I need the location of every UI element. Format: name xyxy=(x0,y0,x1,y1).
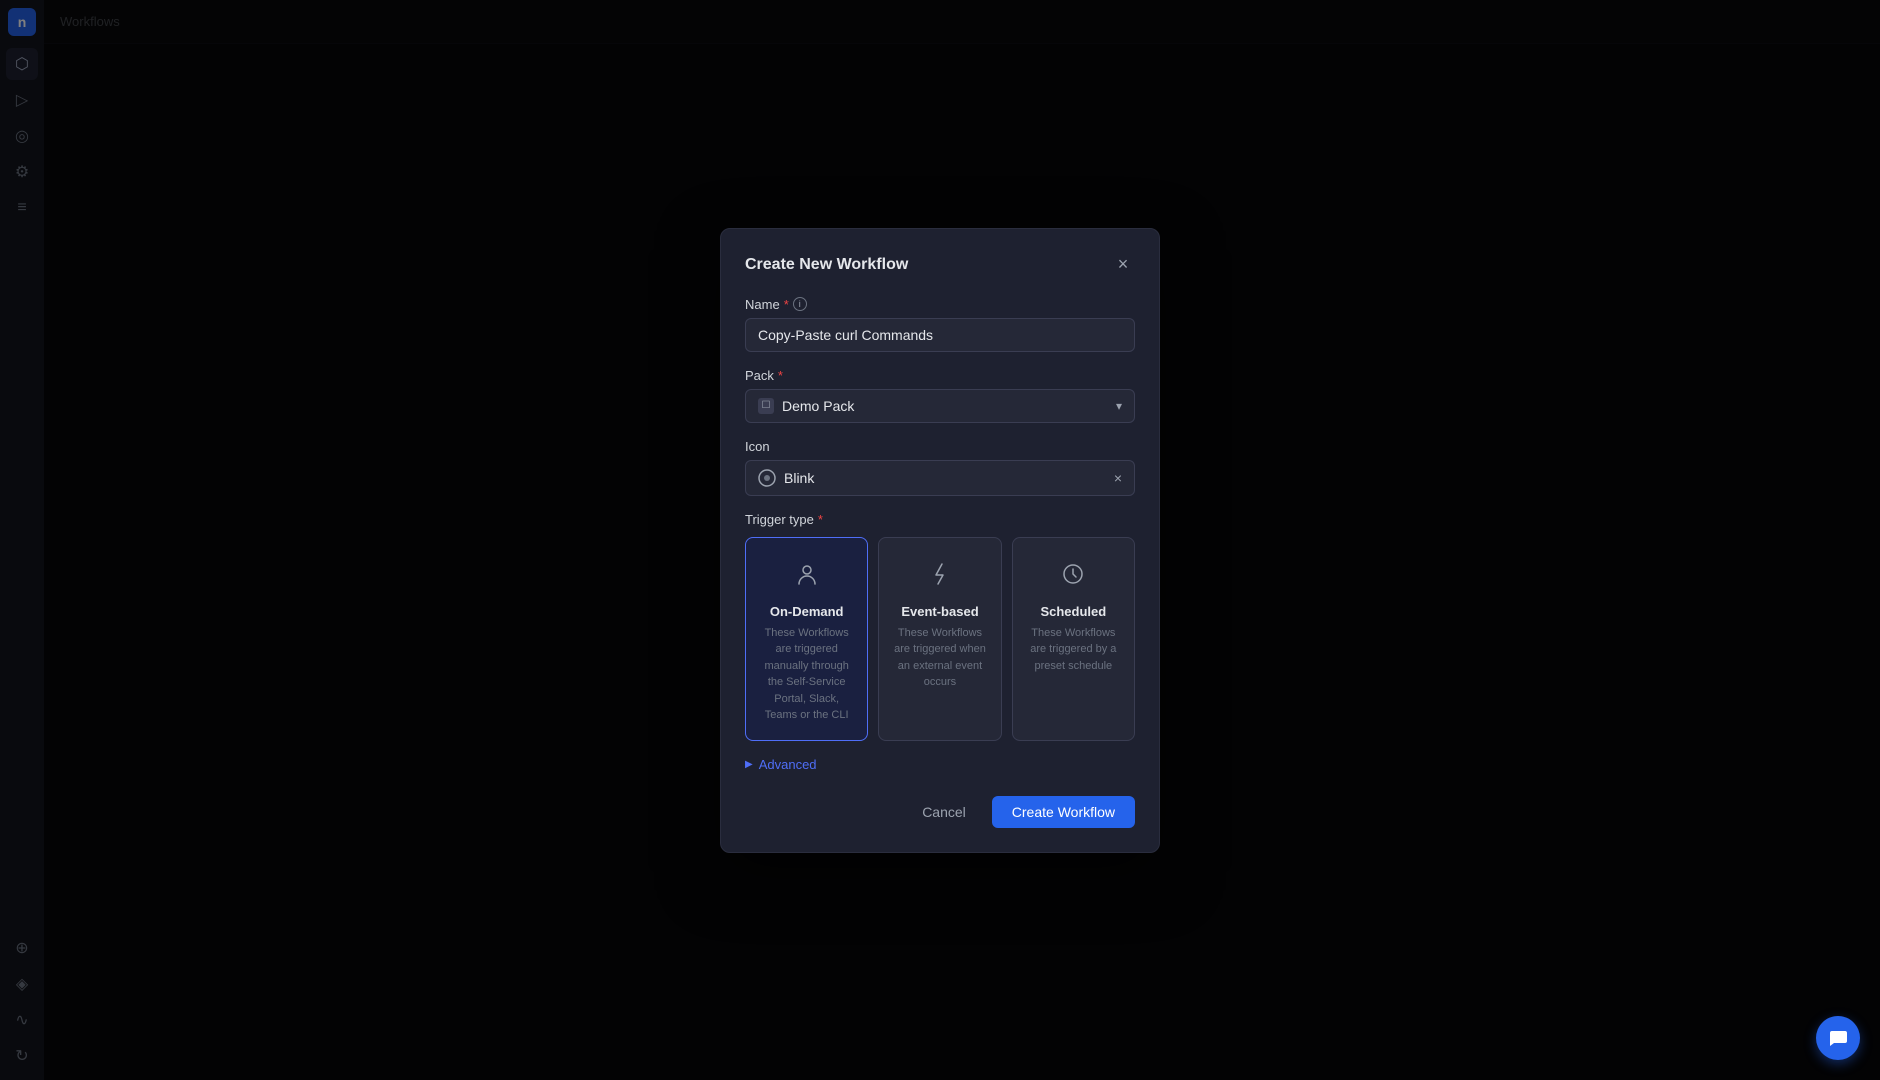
modal-overlay: Create New Workflow × Name * i Pack * ☐ … xyxy=(0,0,1880,1080)
scheduled-icon xyxy=(1053,554,1093,594)
trigger-required: * xyxy=(818,512,823,527)
icon-value: Blink xyxy=(784,470,814,486)
name-input[interactable] xyxy=(745,318,1135,352)
trigger-card-scheduled[interactable]: Scheduled These Workflows are triggered … xyxy=(1012,537,1135,741)
scheduled-desc: These Workflows are triggered by a prese… xyxy=(1025,625,1122,675)
name-form-group: Name * i xyxy=(745,297,1135,352)
event-based-icon xyxy=(920,554,960,594)
trigger-type-label: Trigger type * xyxy=(745,512,1135,527)
event-based-desc: These Workflows are triggered when an ex… xyxy=(891,625,988,691)
modal-footer: Cancel Create Workflow xyxy=(745,796,1135,828)
blink-icon xyxy=(758,469,776,487)
create-workflow-modal: Create New Workflow × Name * i Pack * ☐ … xyxy=(720,228,1160,853)
create-workflow-button[interactable]: Create Workflow xyxy=(992,796,1135,828)
icon-label: Icon xyxy=(745,439,1135,454)
name-info-icon[interactable]: i xyxy=(793,297,807,311)
pack-form-group: Pack * ☐ Demo Pack ▾ xyxy=(745,368,1135,423)
pack-icon: ☐ xyxy=(758,398,774,414)
event-based-title: Event-based xyxy=(901,604,978,619)
pack-value: Demo Pack xyxy=(782,398,854,414)
trigger-card-on-demand[interactable]: On-Demand These Workflows are triggered … xyxy=(745,537,868,741)
advanced-label: Advanced xyxy=(759,757,817,772)
pack-chevron-icon: ▾ xyxy=(1116,399,1122,413)
icon-clear-button[interactable]: × xyxy=(1112,468,1124,488)
icon-form-group: Icon Blink × xyxy=(745,439,1135,496)
on-demand-desc: These Workflows are triggered manually t… xyxy=(758,625,855,724)
modal-title: Create New Workflow xyxy=(745,256,908,274)
scheduled-title: Scheduled xyxy=(1040,604,1106,619)
icon-select[interactable]: Blink × xyxy=(745,460,1135,496)
pack-required: * xyxy=(778,368,783,383)
modal-header: Create New Workflow × xyxy=(745,253,1135,277)
trigger-cards: On-Demand These Workflows are triggered … xyxy=(745,537,1135,741)
trigger-type-form-group: Trigger type * On-Demand These Workflows… xyxy=(745,512,1135,741)
name-required: * xyxy=(784,297,789,312)
chat-widget-button[interactable] xyxy=(1816,1016,1860,1060)
on-demand-title: On-Demand xyxy=(770,604,844,619)
pack-label: Pack * xyxy=(745,368,1135,383)
modal-close-button[interactable]: × xyxy=(1111,253,1135,277)
cancel-button[interactable]: Cancel xyxy=(906,796,982,828)
advanced-toggle-button[interactable]: ▶ Advanced xyxy=(745,757,817,772)
pack-select[interactable]: ☐ Demo Pack ▾ xyxy=(745,389,1135,423)
on-demand-icon xyxy=(787,554,827,594)
name-label: Name * i xyxy=(745,297,1135,312)
trigger-card-event-based[interactable]: Event-based These Workflows are triggere… xyxy=(878,537,1001,741)
advanced-chevron-icon: ▶ xyxy=(745,759,753,770)
